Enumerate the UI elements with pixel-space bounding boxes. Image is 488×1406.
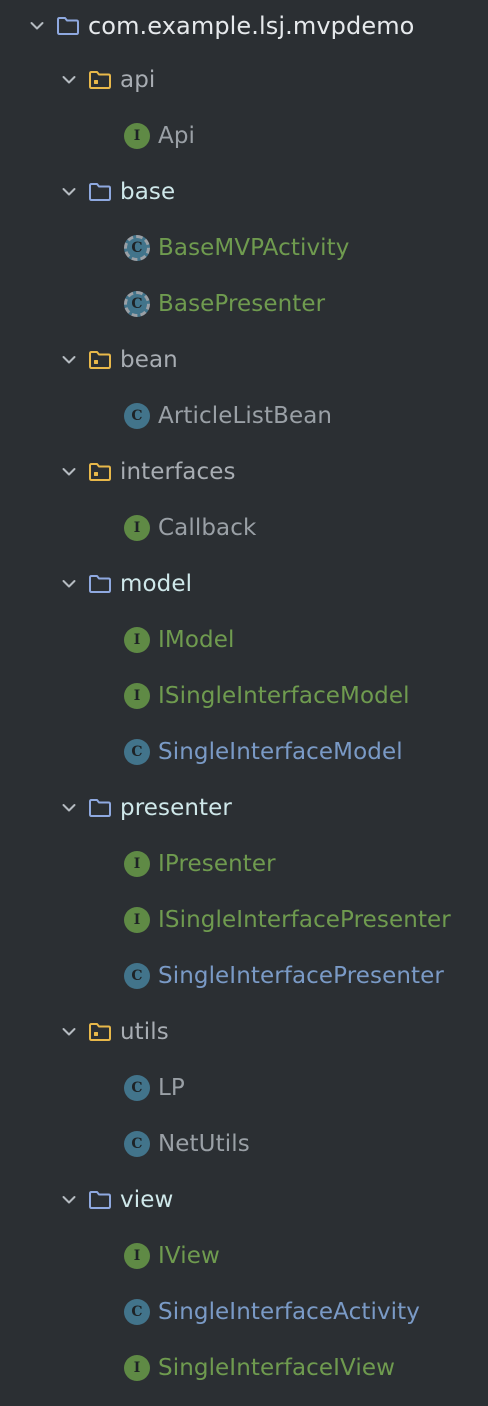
tree-item-label: IView bbox=[158, 1242, 220, 1269]
class-icon: C bbox=[124, 963, 150, 989]
tree-file-callback[interactable]: I Callback bbox=[0, 500, 488, 556]
tree-item-label: base bbox=[120, 178, 176, 205]
tree-item-label: ISingleInterfaceModel bbox=[158, 682, 410, 709]
tree-item-label: presenter bbox=[120, 794, 232, 821]
interface-icon: I bbox=[124, 515, 150, 541]
tree-file-singleinterfacemodel[interactable]: C SingleInterfaceModel bbox=[0, 724, 488, 780]
tree-folder-presenter[interactable]: presenter bbox=[0, 780, 488, 836]
tree-item-label: api bbox=[120, 66, 156, 93]
interface-icon: I bbox=[124, 1355, 150, 1381]
chevron-down-icon[interactable] bbox=[60, 1023, 78, 1041]
interface-icon: I bbox=[124, 907, 150, 933]
tree-folder-base[interactable]: base bbox=[0, 164, 488, 220]
tree-file-imodel[interactable]: I IModel bbox=[0, 612, 488, 668]
tree-file-iview[interactable]: I IView bbox=[0, 1228, 488, 1284]
folder-icon bbox=[88, 574, 112, 594]
tree-item-label: SingleInterfaceIView bbox=[158, 1354, 396, 1381]
folder-icon bbox=[88, 182, 112, 202]
chevron-down-icon[interactable] bbox=[60, 799, 78, 817]
class-icon: C bbox=[124, 403, 150, 429]
folder-icon bbox=[88, 798, 112, 818]
tree-item-label: interfaces bbox=[120, 458, 236, 485]
folder-icon bbox=[88, 1190, 112, 1210]
interface-icon: I bbox=[124, 627, 150, 653]
chevron-down-icon[interactable] bbox=[60, 463, 78, 481]
package-folder-icon bbox=[88, 462, 112, 482]
tree-item-label: Api bbox=[158, 122, 196, 149]
chevron-down-icon[interactable] bbox=[60, 183, 78, 201]
tree-folder-api[interactable]: api bbox=[0, 52, 488, 108]
tree-file-lp[interactable]: C LP bbox=[0, 1060, 488, 1116]
chevron-down-icon[interactable] bbox=[60, 351, 78, 369]
interface-icon: I bbox=[124, 851, 150, 877]
package-folder-icon bbox=[88, 70, 112, 90]
interface-icon: I bbox=[124, 123, 150, 149]
tree-item-label: LP bbox=[158, 1074, 185, 1101]
package-folder-icon bbox=[88, 1022, 112, 1042]
tree-item-label: Callback bbox=[158, 514, 257, 541]
tree-file-isingleinterfacemodel[interactable]: I ISingleInterfaceModel bbox=[0, 668, 488, 724]
tree-item-label: ArticleListBean bbox=[158, 402, 333, 429]
tree-item-label: com.example.lsj.mvpdemo bbox=[88, 12, 415, 40]
package-folder-icon bbox=[88, 350, 112, 370]
tree-item-label: NetUtils bbox=[158, 1130, 250, 1157]
abstract-class-icon: C bbox=[124, 291, 150, 317]
tree-file-basemvpactivity[interactable]: C BaseMVPActivity bbox=[0, 220, 488, 276]
tree-file-ipresenter[interactable]: I IPresenter bbox=[0, 836, 488, 892]
project-tree: com.example.lsj.mvpdemo api I Api base C BaseM… bbox=[0, 0, 488, 1406]
tree-item-label: IModel bbox=[158, 626, 235, 653]
tree-file-singleinterfaceiview[interactable]: I SingleInterfaceIView bbox=[0, 1340, 488, 1396]
tree-file-articlelistbean[interactable]: C ArticleListBean bbox=[0, 388, 488, 444]
tree-folder-utils[interactable]: utils bbox=[0, 1004, 488, 1060]
chevron-down-icon[interactable] bbox=[28, 17, 46, 35]
tree-file-basepresenter[interactable]: C BasePresenter bbox=[0, 276, 488, 332]
tree-file-api[interactable]: I Api bbox=[0, 108, 488, 164]
interface-icon: I bbox=[124, 1243, 150, 1269]
tree-folder-com-example-lsj-mvpdemo[interactable]: com.example.lsj.mvpdemo bbox=[0, 0, 488, 52]
tree-item-label: BaseMVPActivity bbox=[158, 234, 350, 261]
chevron-down-icon[interactable] bbox=[60, 1191, 78, 1209]
interface-icon: I bbox=[124, 683, 150, 709]
tree-item-label: SingleInterfaceModel bbox=[158, 738, 403, 765]
tree-folder-bean[interactable]: bean bbox=[0, 332, 488, 388]
tree-item-label: model bbox=[120, 570, 193, 597]
tree-item-label: utils bbox=[120, 1018, 169, 1045]
tree-folder-view[interactable]: view bbox=[0, 1172, 488, 1228]
class-icon: C bbox=[124, 739, 150, 765]
tree-folder-interfaces[interactable]: interfaces bbox=[0, 444, 488, 500]
abstract-class-icon: C bbox=[124, 235, 150, 261]
tree-item-label: BasePresenter bbox=[158, 290, 326, 317]
chevron-down-icon[interactable] bbox=[60, 575, 78, 593]
tree-item-label: bean bbox=[120, 346, 178, 373]
tree-folder-model[interactable]: model bbox=[0, 556, 488, 612]
tree-item-label: view bbox=[120, 1186, 174, 1213]
tree-item-label: IPresenter bbox=[158, 850, 276, 877]
class-icon: C bbox=[124, 1299, 150, 1325]
tree-item-label: SingleInterfaceActivity bbox=[158, 1298, 420, 1325]
chevron-down-icon[interactable] bbox=[60, 71, 78, 89]
tree-item-label: ISingleInterfacePresenter bbox=[158, 906, 451, 933]
tree-file-isingleinterfacepresenter[interactable]: I ISingleInterfacePresenter bbox=[0, 892, 488, 948]
tree-item-label: SingleInterfacePresenter bbox=[158, 962, 444, 989]
tree-file-singleinterfaceactivity[interactable]: C SingleInterfaceActivity bbox=[0, 1284, 488, 1340]
folder-icon bbox=[56, 16, 80, 36]
tree-file-singleinterfacepresenter[interactable]: C SingleInterfacePresenter bbox=[0, 948, 488, 1004]
tree-file-netutils[interactable]: C NetUtils bbox=[0, 1116, 488, 1172]
class-icon: C bbox=[124, 1075, 150, 1101]
class-icon: C bbox=[124, 1131, 150, 1157]
